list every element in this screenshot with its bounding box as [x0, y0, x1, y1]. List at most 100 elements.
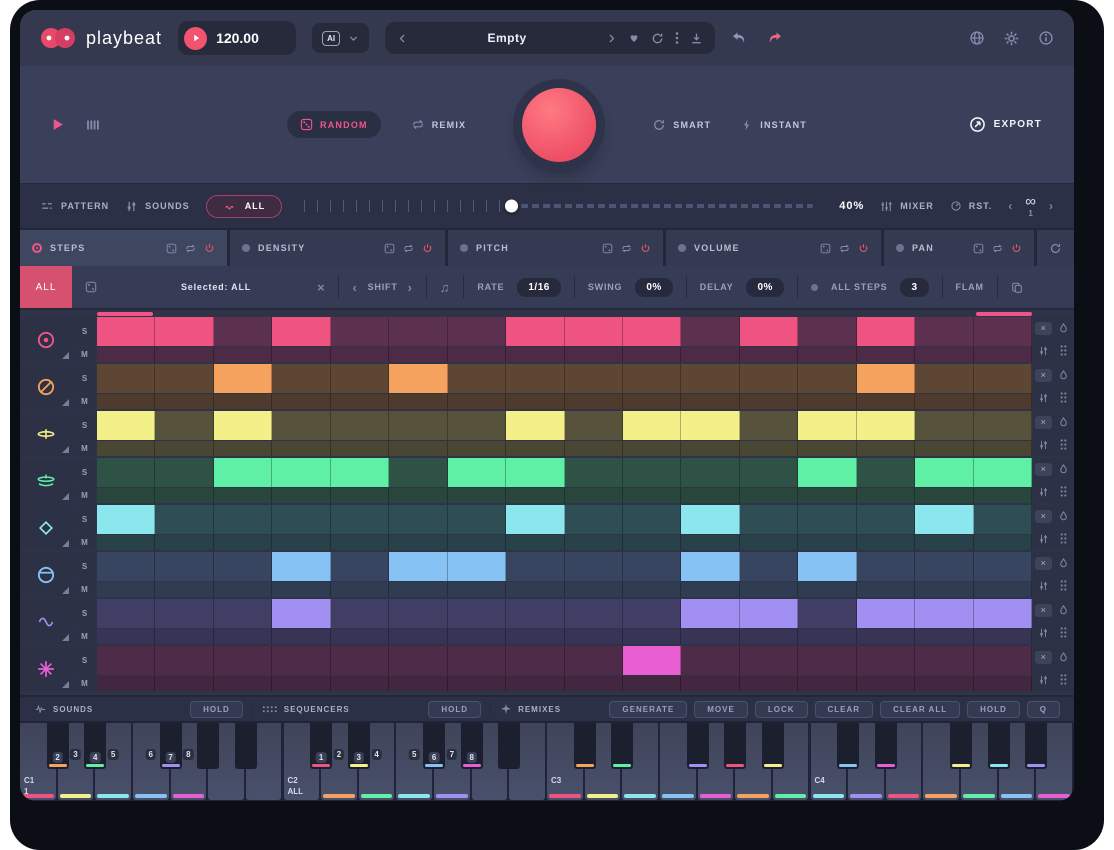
step-cell[interactable]: [915, 646, 973, 675]
instant-mode-button[interactable]: INSTANT: [741, 118, 807, 132]
mute-row-cell[interactable]: [681, 441, 739, 456]
step-cell[interactable]: [214, 505, 272, 534]
step-cell[interactable]: [681, 364, 739, 393]
preset-menu-kebab-icon[interactable]: [675, 31, 679, 45]
clear-button[interactable]: CLEAR: [815, 701, 874, 718]
mute-row-cell[interactable]: [565, 347, 623, 362]
track-expand-corner[interactable]: [62, 540, 69, 547]
mute-row-cell[interactable]: [915, 629, 973, 644]
drag-handle-icon[interactable]: [1059, 673, 1068, 686]
step-cell[interactable]: [506, 646, 564, 675]
mute-row-cell[interactable]: [915, 582, 973, 597]
step-cell[interactable]: [623, 505, 681, 534]
mute-row-cell[interactable]: [798, 488, 856, 503]
step-cell[interactable]: [681, 505, 739, 534]
power-icon[interactable]: [858, 243, 869, 254]
mute-row-cell[interactable]: [681, 629, 739, 644]
step-cell[interactable]: [798, 646, 856, 675]
mute-row-cell[interactable]: [506, 488, 564, 503]
mute-row-cell[interactable]: [155, 488, 213, 503]
mute-row-cell[interactable]: [389, 582, 447, 597]
mute-row-cell[interactable]: [915, 394, 973, 409]
tab-pan[interactable]: PAN: [884, 230, 1034, 266]
step-cell[interactable]: [272, 458, 330, 487]
step-cell[interactable]: [389, 364, 447, 393]
dice-icon[interactable]: [384, 243, 395, 254]
step-cell[interactable]: [389, 317, 447, 346]
synth-wave-icon[interactable]: [20, 599, 72, 644]
mute-row-cell[interactable]: [97, 582, 155, 597]
step-cell[interactable]: [389, 411, 447, 440]
track-tune-icon[interactable]: [1038, 486, 1049, 498]
mute-row-cell[interactable]: [740, 441, 798, 456]
step-cell[interactable]: [389, 458, 447, 487]
mute-row-cell[interactable]: [798, 441, 856, 456]
mute-row-cell[interactable]: [506, 347, 564, 362]
step-cell[interactable]: [974, 364, 1032, 393]
step-cell[interactable]: [389, 599, 447, 628]
mute-row-cell[interactable]: [155, 535, 213, 550]
mute-button[interactable]: M: [73, 535, 96, 550]
mute-row-cell[interactable]: [448, 582, 506, 597]
shaker-icon[interactable]: [20, 505, 72, 550]
mute-row-cell[interactable]: [272, 441, 330, 456]
step-cell[interactable]: [857, 505, 915, 534]
step-cell[interactable]: [155, 458, 213, 487]
select-all-tracks-button[interactable]: ALL: [20, 266, 72, 308]
mute-row-cell[interactable]: [506, 535, 564, 550]
track-tune-icon[interactable]: [1038, 580, 1049, 592]
step-cell[interactable]: [565, 458, 623, 487]
loop-icon[interactable]: [403, 243, 414, 254]
step-cell[interactable]: [798, 599, 856, 628]
mute-row-cell[interactable]: [97, 394, 155, 409]
mute-row-cell[interactable]: [857, 676, 915, 691]
mute-row-cell[interactable]: [97, 488, 155, 503]
mute-row-cell[interactable]: [331, 347, 389, 362]
step-cell[interactable]: [214, 411, 272, 440]
mute-row-cell[interactable]: [798, 629, 856, 644]
step-cell[interactable]: [448, 458, 506, 487]
mute-row-cell[interactable]: [623, 394, 681, 409]
swing-value[interactable]: 0%: [635, 278, 672, 297]
power-icon[interactable]: [204, 243, 215, 254]
delay-value[interactable]: 0%: [746, 278, 783, 297]
step-cell[interactable]: [448, 646, 506, 675]
mute-row-cell[interactable]: [798, 582, 856, 597]
drag-handle-icon[interactable]: [1059, 391, 1068, 404]
mute-button[interactable]: M: [73, 488, 96, 503]
loop-icon[interactable]: [185, 243, 196, 254]
mute-row-cell[interactable]: [623, 582, 681, 597]
mute-row-cell[interactable]: [681, 347, 739, 362]
mute-row-cell[interactable]: [214, 347, 272, 362]
step-cell[interactable]: [974, 458, 1032, 487]
mute-row-cell[interactable]: [740, 535, 798, 550]
tab-steps[interactable]: STEPS: [20, 230, 227, 266]
step-cell[interactable]: [798, 458, 856, 487]
drag-handle-icon[interactable]: [1059, 485, 1068, 498]
mute-row-cell[interactable]: [272, 394, 330, 409]
sounds-hold-button[interactable]: HOLD: [190, 701, 243, 718]
mute-row-cell[interactable]: [97, 629, 155, 644]
mute-row-cell[interactable]: [214, 394, 272, 409]
kick-drum-icon[interactable]: [20, 317, 72, 362]
step-cell[interactable]: [214, 317, 272, 346]
mute-row-cell[interactable]: [331, 582, 389, 597]
mute-row-cell[interactable]: [974, 629, 1032, 644]
step-cell[interactable]: [214, 364, 272, 393]
sync-all-button[interactable]: [1037, 230, 1074, 266]
mute-row-cell[interactable]: [389, 347, 447, 362]
track-clear-icon[interactable]: ×: [1035, 463, 1052, 476]
step-cell[interactable]: [915, 552, 973, 581]
step-cell[interactable]: [857, 411, 915, 440]
solo-button[interactable]: S: [73, 505, 96, 534]
favorite-heart-icon[interactable]: [628, 32, 640, 44]
step-cell[interactable]: [565, 646, 623, 675]
mute-row-cell[interactable]: [155, 394, 213, 409]
dice-icon[interactable]: [85, 281, 97, 293]
loop-end-marker[interactable]: [976, 312, 1032, 316]
export-button[interactable]: EXPORT: [969, 116, 1042, 133]
track-clear-icon[interactable]: ×: [1035, 604, 1052, 617]
loop-icon[interactable]: [992, 243, 1003, 254]
piano-black-key[interactable]: [875, 723, 897, 769]
track-clear-icon[interactable]: ×: [1035, 510, 1052, 523]
